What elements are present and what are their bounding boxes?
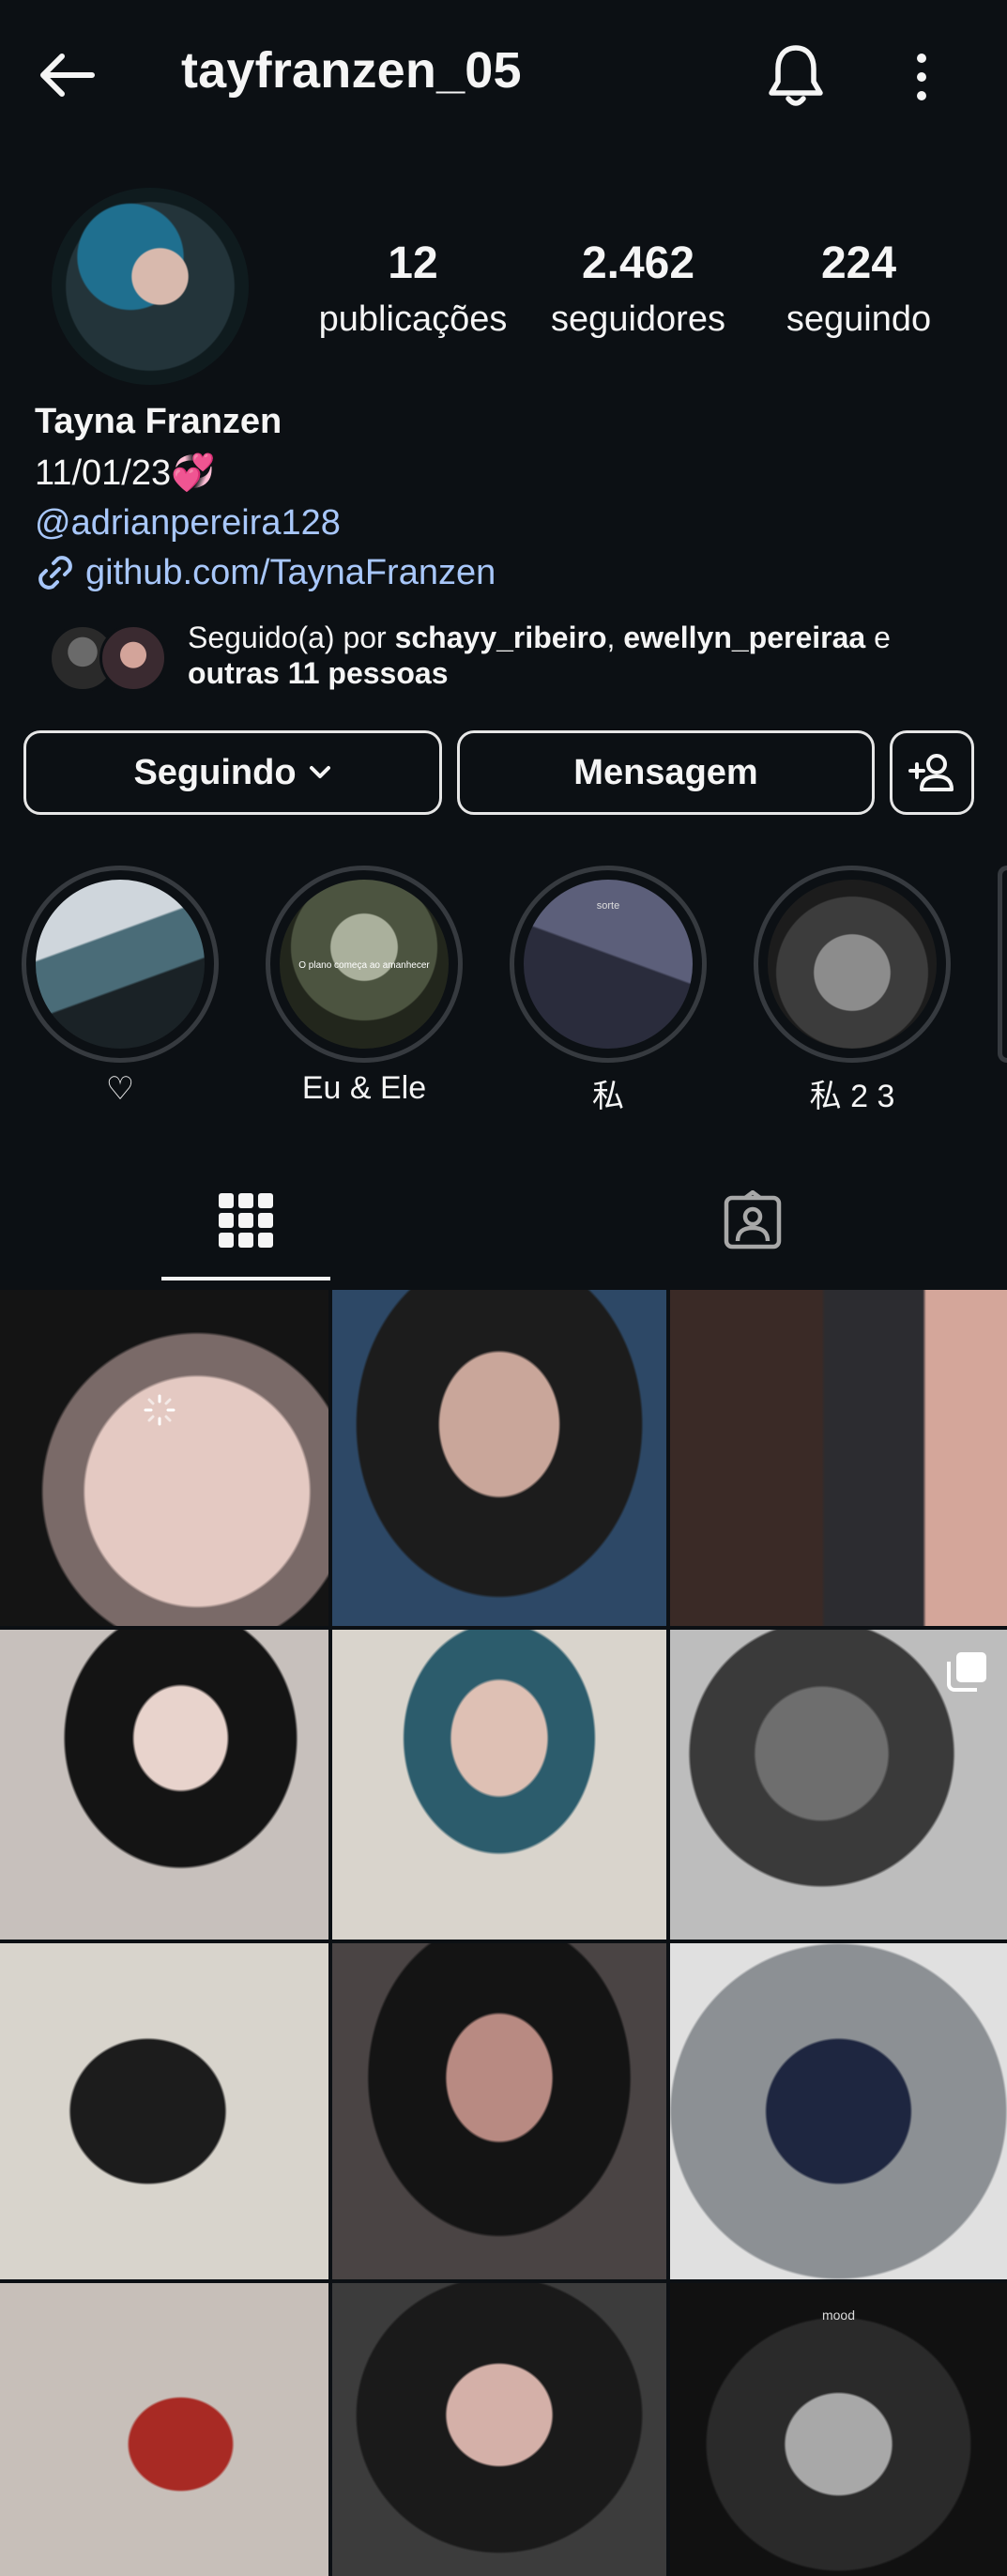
post-thumbnail[interactable] <box>332 2283 666 2576</box>
highlight-cover-text: sorte <box>596 900 620 912</box>
link-icon <box>38 556 72 590</box>
post-thumbnail[interactable] <box>0 1290 328 1626</box>
highlight-label: 私 2 3 <box>809 1079 895 1114</box>
more-options-button[interactable] <box>901 41 942 113</box>
arrow-left-icon <box>40 54 95 97</box>
highlight-label: ♡ <box>105 1071 135 1107</box>
profile-username: tayfranzen_05 <box>181 42 522 99</box>
selected-tab-indicator <box>161 1277 330 1280</box>
follower-name: ewellyn_pereiraa <box>623 621 866 654</box>
followers-stat[interactable]: 2.462 seguidores <box>535 233 741 344</box>
posts-label: publicações <box>318 299 508 339</box>
separator: , <box>606 621 624 654</box>
post-thumbnail[interactable] <box>332 1290 666 1626</box>
highlight-cover <box>36 880 205 1049</box>
story-highlight[interactable]: sorte <box>510 866 707 1063</box>
loading-spinner-icon <box>144 1394 175 1426</box>
posts-stat[interactable]: 12 publicações <box>310 233 516 344</box>
highlight-cover <box>768 880 937 1049</box>
tab-grid[interactable] <box>161 1164 330 1277</box>
highlight-label: 私 <box>592 1079 624 1114</box>
follower-avatar <box>99 624 167 692</box>
post-thumbnail[interactable] <box>670 1630 1007 1940</box>
more-vertical-icon <box>917 54 926 100</box>
followed-by-text[interactable]: Seguido(a) por schayy_ribeiro, ewellyn_p… <box>188 620 938 691</box>
followed-by-prefix: Seguido(a) por <box>188 621 395 654</box>
message-button-label: Mensagem <box>573 752 758 792</box>
others-count: outras 11 pessoas <box>188 656 449 690</box>
following-button[interactable]: Seguindo <box>23 730 442 815</box>
story-highlight[interactable] <box>998 866 1007 1063</box>
highlight-label: Eu & Ele <box>301 1070 427 1106</box>
grid-icon <box>219 1193 273 1248</box>
tab-tagged[interactable] <box>668 1164 837 1277</box>
story-highlight[interactable]: O plano começa ao amanhecer <box>266 866 463 1063</box>
post-thumbnail[interactable]: mood <box>670 2283 1007 2576</box>
profile-full-name: Tayna Franzen <box>35 402 282 441</box>
highlight-cover: O plano começa ao amanhecer <box>280 880 449 1049</box>
posts-count: 12 <box>388 238 438 288</box>
suggest-users-button[interactable] <box>890 730 974 815</box>
bio-mention-link[interactable]: @adrianpereira128 <box>35 503 341 544</box>
post-thumbnail[interactable] <box>0 1943 328 2279</box>
post-thumbnail[interactable] <box>670 1943 1007 2279</box>
post-thumbnail[interactable] <box>670 1290 1007 1626</box>
profile-avatar[interactable] <box>52 188 249 385</box>
following-stat[interactable]: 224 seguindo <box>760 233 957 344</box>
follower-name: schayy_ribeiro <box>394 621 607 654</box>
story-highlight[interactable] <box>754 866 951 1063</box>
post-caption-text: mood <box>821 2308 856 2323</box>
message-button[interactable]: Mensagem <box>457 730 875 815</box>
following-count: 224 <box>820 238 897 288</box>
post-thumbnail[interactable] <box>0 1630 328 1940</box>
chevron-down-icon <box>309 766 330 778</box>
post-thumbnail[interactable] <box>0 2283 328 2576</box>
following-label: seguindo <box>786 299 932 339</box>
bio-text: 11/01/23💞 <box>35 453 216 493</box>
bio-link-text: github.com/TaynaFranzen <box>85 552 496 592</box>
back-button[interactable] <box>28 38 103 113</box>
post-thumbnail[interactable] <box>332 1630 666 1940</box>
highlight-cover-text: O plano começa ao amanhecer <box>298 960 430 971</box>
bio-external-link[interactable]: github.com/TaynaFranzen <box>35 552 496 593</box>
story-highlight[interactable] <box>22 866 219 1063</box>
following-button-label: Seguindo <box>133 752 297 792</box>
tagged-person-icon <box>724 1190 782 1250</box>
post-thumbnail[interactable] <box>332 1943 666 2279</box>
followers-label: seguidores <box>551 299 725 339</box>
carousel-icon <box>947 1652 986 1692</box>
followers-count: 2.462 <box>581 238 695 288</box>
conjunction: e <box>865 621 891 654</box>
highlight-cover: sorte <box>524 880 693 1049</box>
add-person-icon <box>908 754 954 791</box>
bell-icon <box>769 45 823 106</box>
notifications-button[interactable] <box>758 36 833 115</box>
